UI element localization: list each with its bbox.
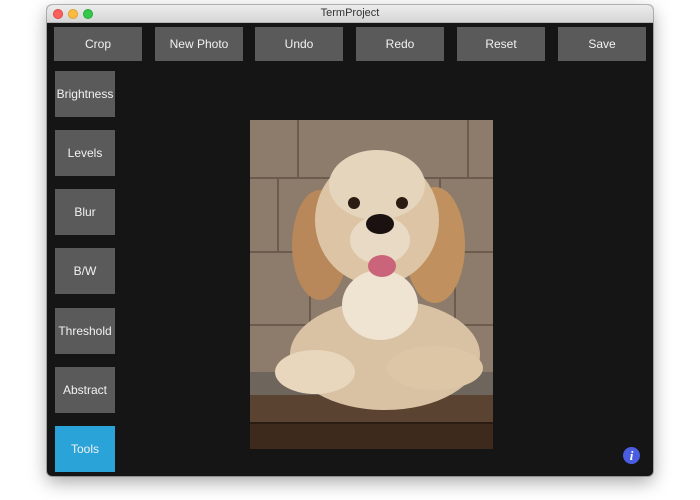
new-photo-button[interactable]: New Photo — [155, 27, 243, 61]
tools-button[interactable]: Tools — [55, 426, 115, 472]
save-button[interactable]: Save — [558, 27, 646, 61]
levels-button[interactable]: Levels — [55, 130, 115, 176]
dog-photo — [250, 120, 493, 449]
photo-canvas[interactable] — [250, 120, 493, 449]
blur-button[interactable]: Blur — [55, 189, 115, 235]
info-icon[interactable]: i — [623, 447, 640, 464]
app-window: TermProject Crop New Photo Undo Redo Res… — [47, 5, 653, 476]
undo-button[interactable]: Undo — [255, 27, 343, 61]
window-title: TermProject — [320, 7, 380, 19]
bw-button[interactable]: B/W — [55, 248, 115, 294]
threshold-button[interactable]: Threshold — [55, 308, 115, 354]
crop-button[interactable]: Crop — [54, 27, 142, 61]
redo-button[interactable]: Redo — [356, 27, 444, 61]
title-bar: TermProject — [47, 5, 653, 23]
reset-button[interactable]: Reset — [457, 27, 545, 61]
abstract-button[interactable]: Abstract — [55, 367, 115, 413]
brightness-button[interactable]: Brightness — [55, 71, 115, 117]
